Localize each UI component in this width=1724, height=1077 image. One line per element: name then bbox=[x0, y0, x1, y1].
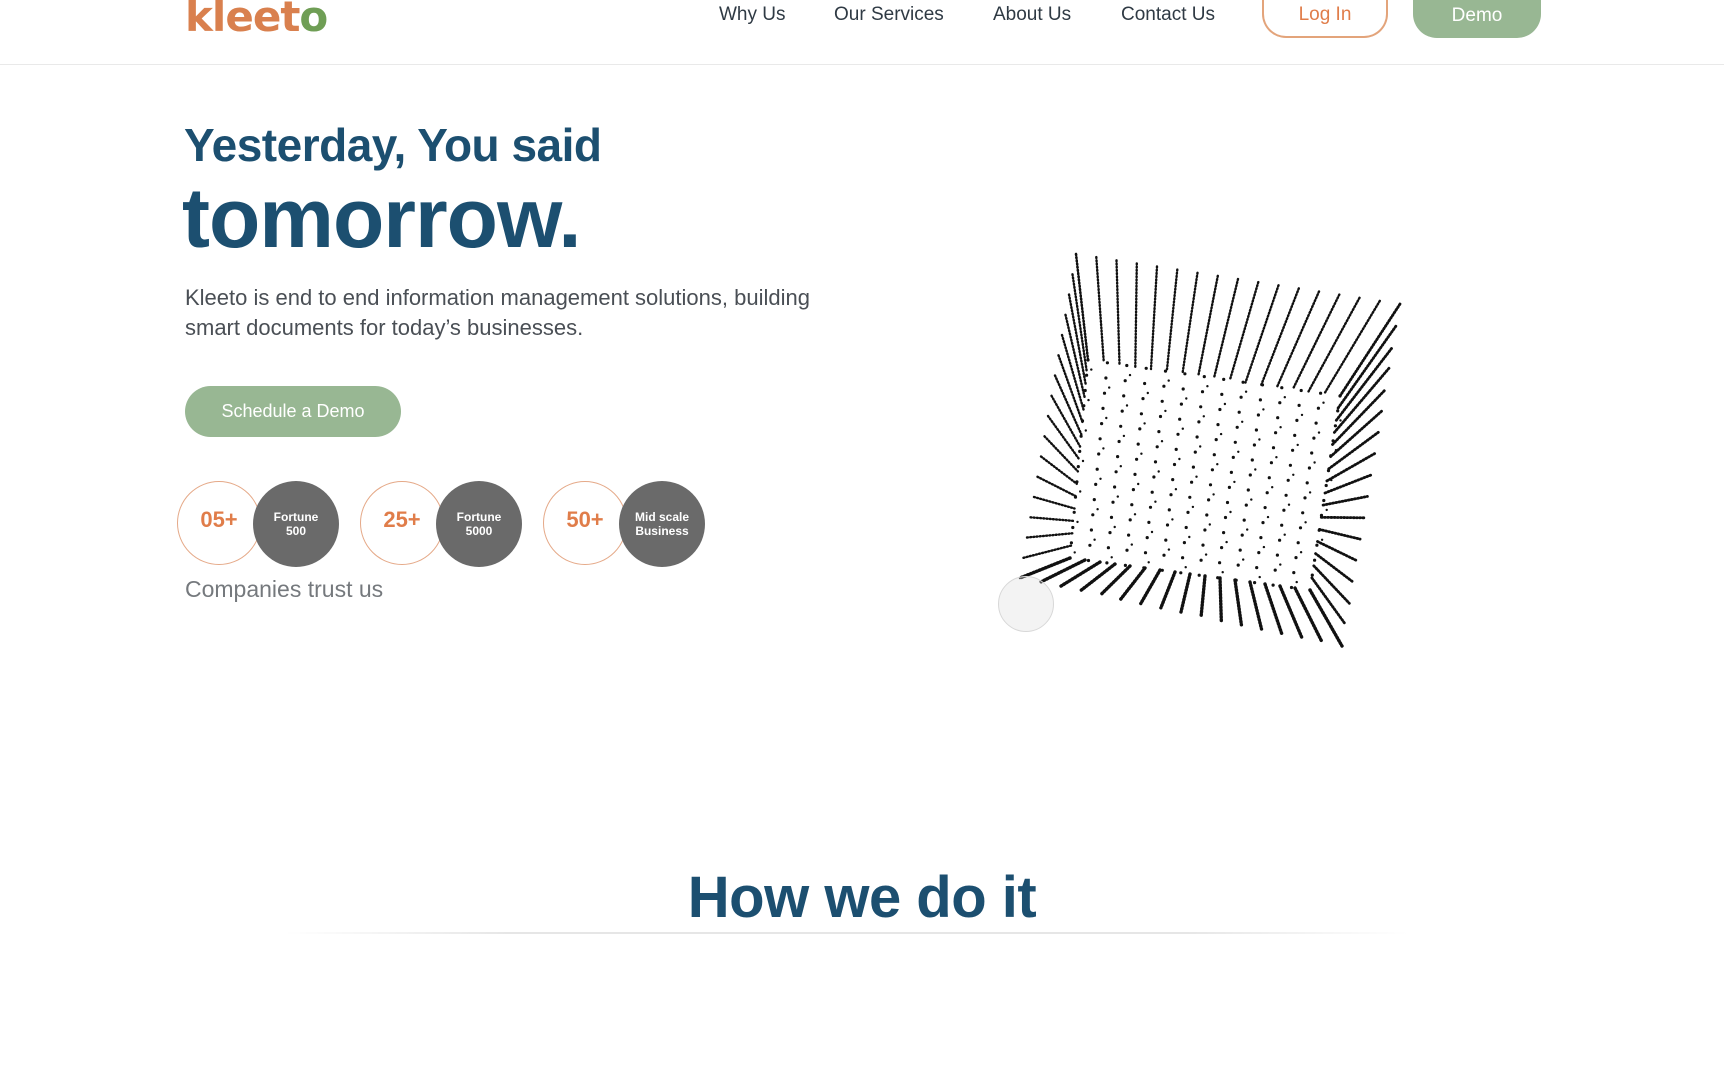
stat-disc: Fortune 500 bbox=[253, 481, 339, 567]
nav-about-us[interactable]: About Us bbox=[993, 4, 1071, 26]
hero-heading: tomorrow. bbox=[182, 171, 582, 265]
stat-fortune-5000: 25+ Fortune 5000 bbox=[360, 481, 528, 567]
logo-part-2: e bbox=[252, 0, 281, 41]
demo-button[interactable]: Demo bbox=[1413, 0, 1541, 38]
section-title: How we do it bbox=[687, 865, 1037, 930]
stat-number: 25+ bbox=[383, 507, 421, 532]
stat-disc: Mid scale Business bbox=[619, 481, 705, 567]
stat-label: Fortune 500 bbox=[273, 510, 319, 538]
hero-description: Kleeto is end to end information managem… bbox=[185, 285, 810, 340]
cursor-indicator bbox=[998, 576, 1054, 632]
nav-our-services[interactable]: Our Services bbox=[834, 4, 944, 26]
stat-fortune-500: 05+ Fortune 500 bbox=[177, 481, 345, 567]
site-header: kleeto Why Us Our Services About Us Cont… bbox=[0, 0, 1724, 65]
stat-label: Mid scale Business bbox=[634, 510, 690, 538]
stat-disc: Fortune 5000 bbox=[436, 481, 522, 567]
stat-label: Fortune 5000 bbox=[456, 510, 502, 538]
kleeto-logo[interactable]: kleeto bbox=[185, 0, 328, 41]
login-button[interactable]: Log In bbox=[1262, 0, 1388, 38]
logo-part-3: t bbox=[280, 0, 300, 41]
schedule-demo-button[interactable]: Schedule a Demo bbox=[185, 386, 401, 437]
stat-mid-scale: 50+ Mid scale Business bbox=[543, 481, 711, 567]
nav-contact-us[interactable]: Contact Us bbox=[1121, 4, 1215, 26]
companies-trust-text: Companies trust us bbox=[185, 576, 384, 602]
section-divider bbox=[285, 932, 1409, 934]
logo-part-1: kle bbox=[185, 0, 254, 41]
stat-number: 05+ bbox=[200, 507, 238, 532]
hero-subheading: Yesterday, You said bbox=[184, 119, 602, 171]
logo-part-4: o bbox=[299, 0, 328, 41]
stat-number: 50+ bbox=[566, 507, 604, 532]
nav-why-us[interactable]: Why Us bbox=[719, 4, 786, 26]
